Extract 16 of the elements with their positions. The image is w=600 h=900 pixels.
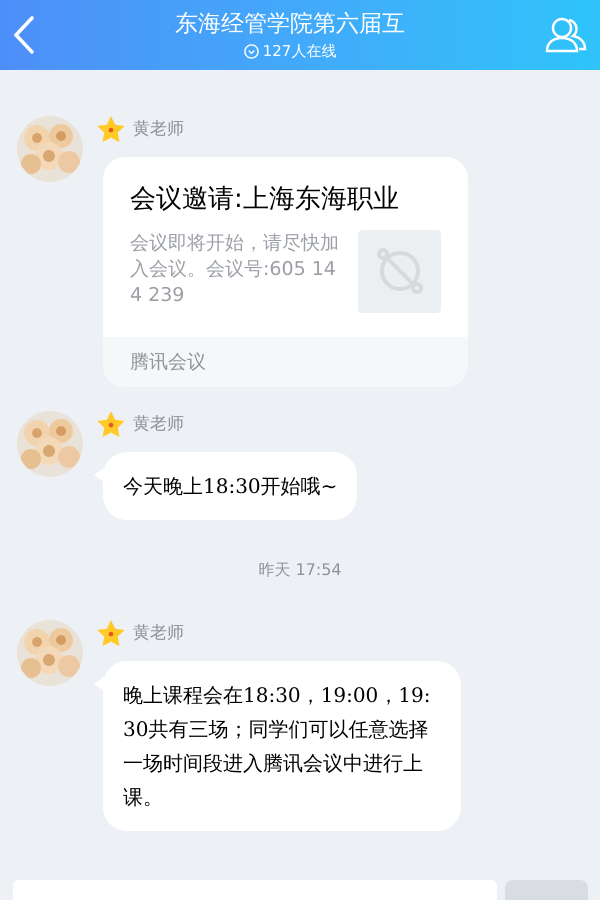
group-members-icon[interactable] — [544, 15, 588, 55]
star-icon — [97, 411, 125, 438]
chat-title: 东海经管学院第六届互 — [175, 10, 405, 39]
online-count: 127人在线 — [262, 40, 336, 62]
chevron-down-icon[interactable] — [244, 44, 259, 58]
sender-name: 黄老师 — [133, 118, 184, 141]
star-icon — [97, 116, 125, 143]
card-footer: 腾讯会议 — [103, 336, 468, 387]
card-description: 会议即将开始，请尽快加入会议。会议号:605 144 239 — [130, 230, 340, 308]
sender-name: 黄老师 — [133, 412, 184, 436]
back-icon[interactable] — [12, 15, 36, 55]
card-title: 会议邀请:上海东海职业 — [130, 183, 400, 216]
star-icon — [97, 620, 125, 647]
timestamp: 昨天 17:54 — [258, 559, 342, 581]
meeting-card[interactable]: 会议邀请:上海东海职业 会议即将开始，请尽快加入会议。会议号:605 144 239 腾讯会议 — [103, 157, 468, 387]
sender-name: 黄老师 — [133, 622, 184, 645]
